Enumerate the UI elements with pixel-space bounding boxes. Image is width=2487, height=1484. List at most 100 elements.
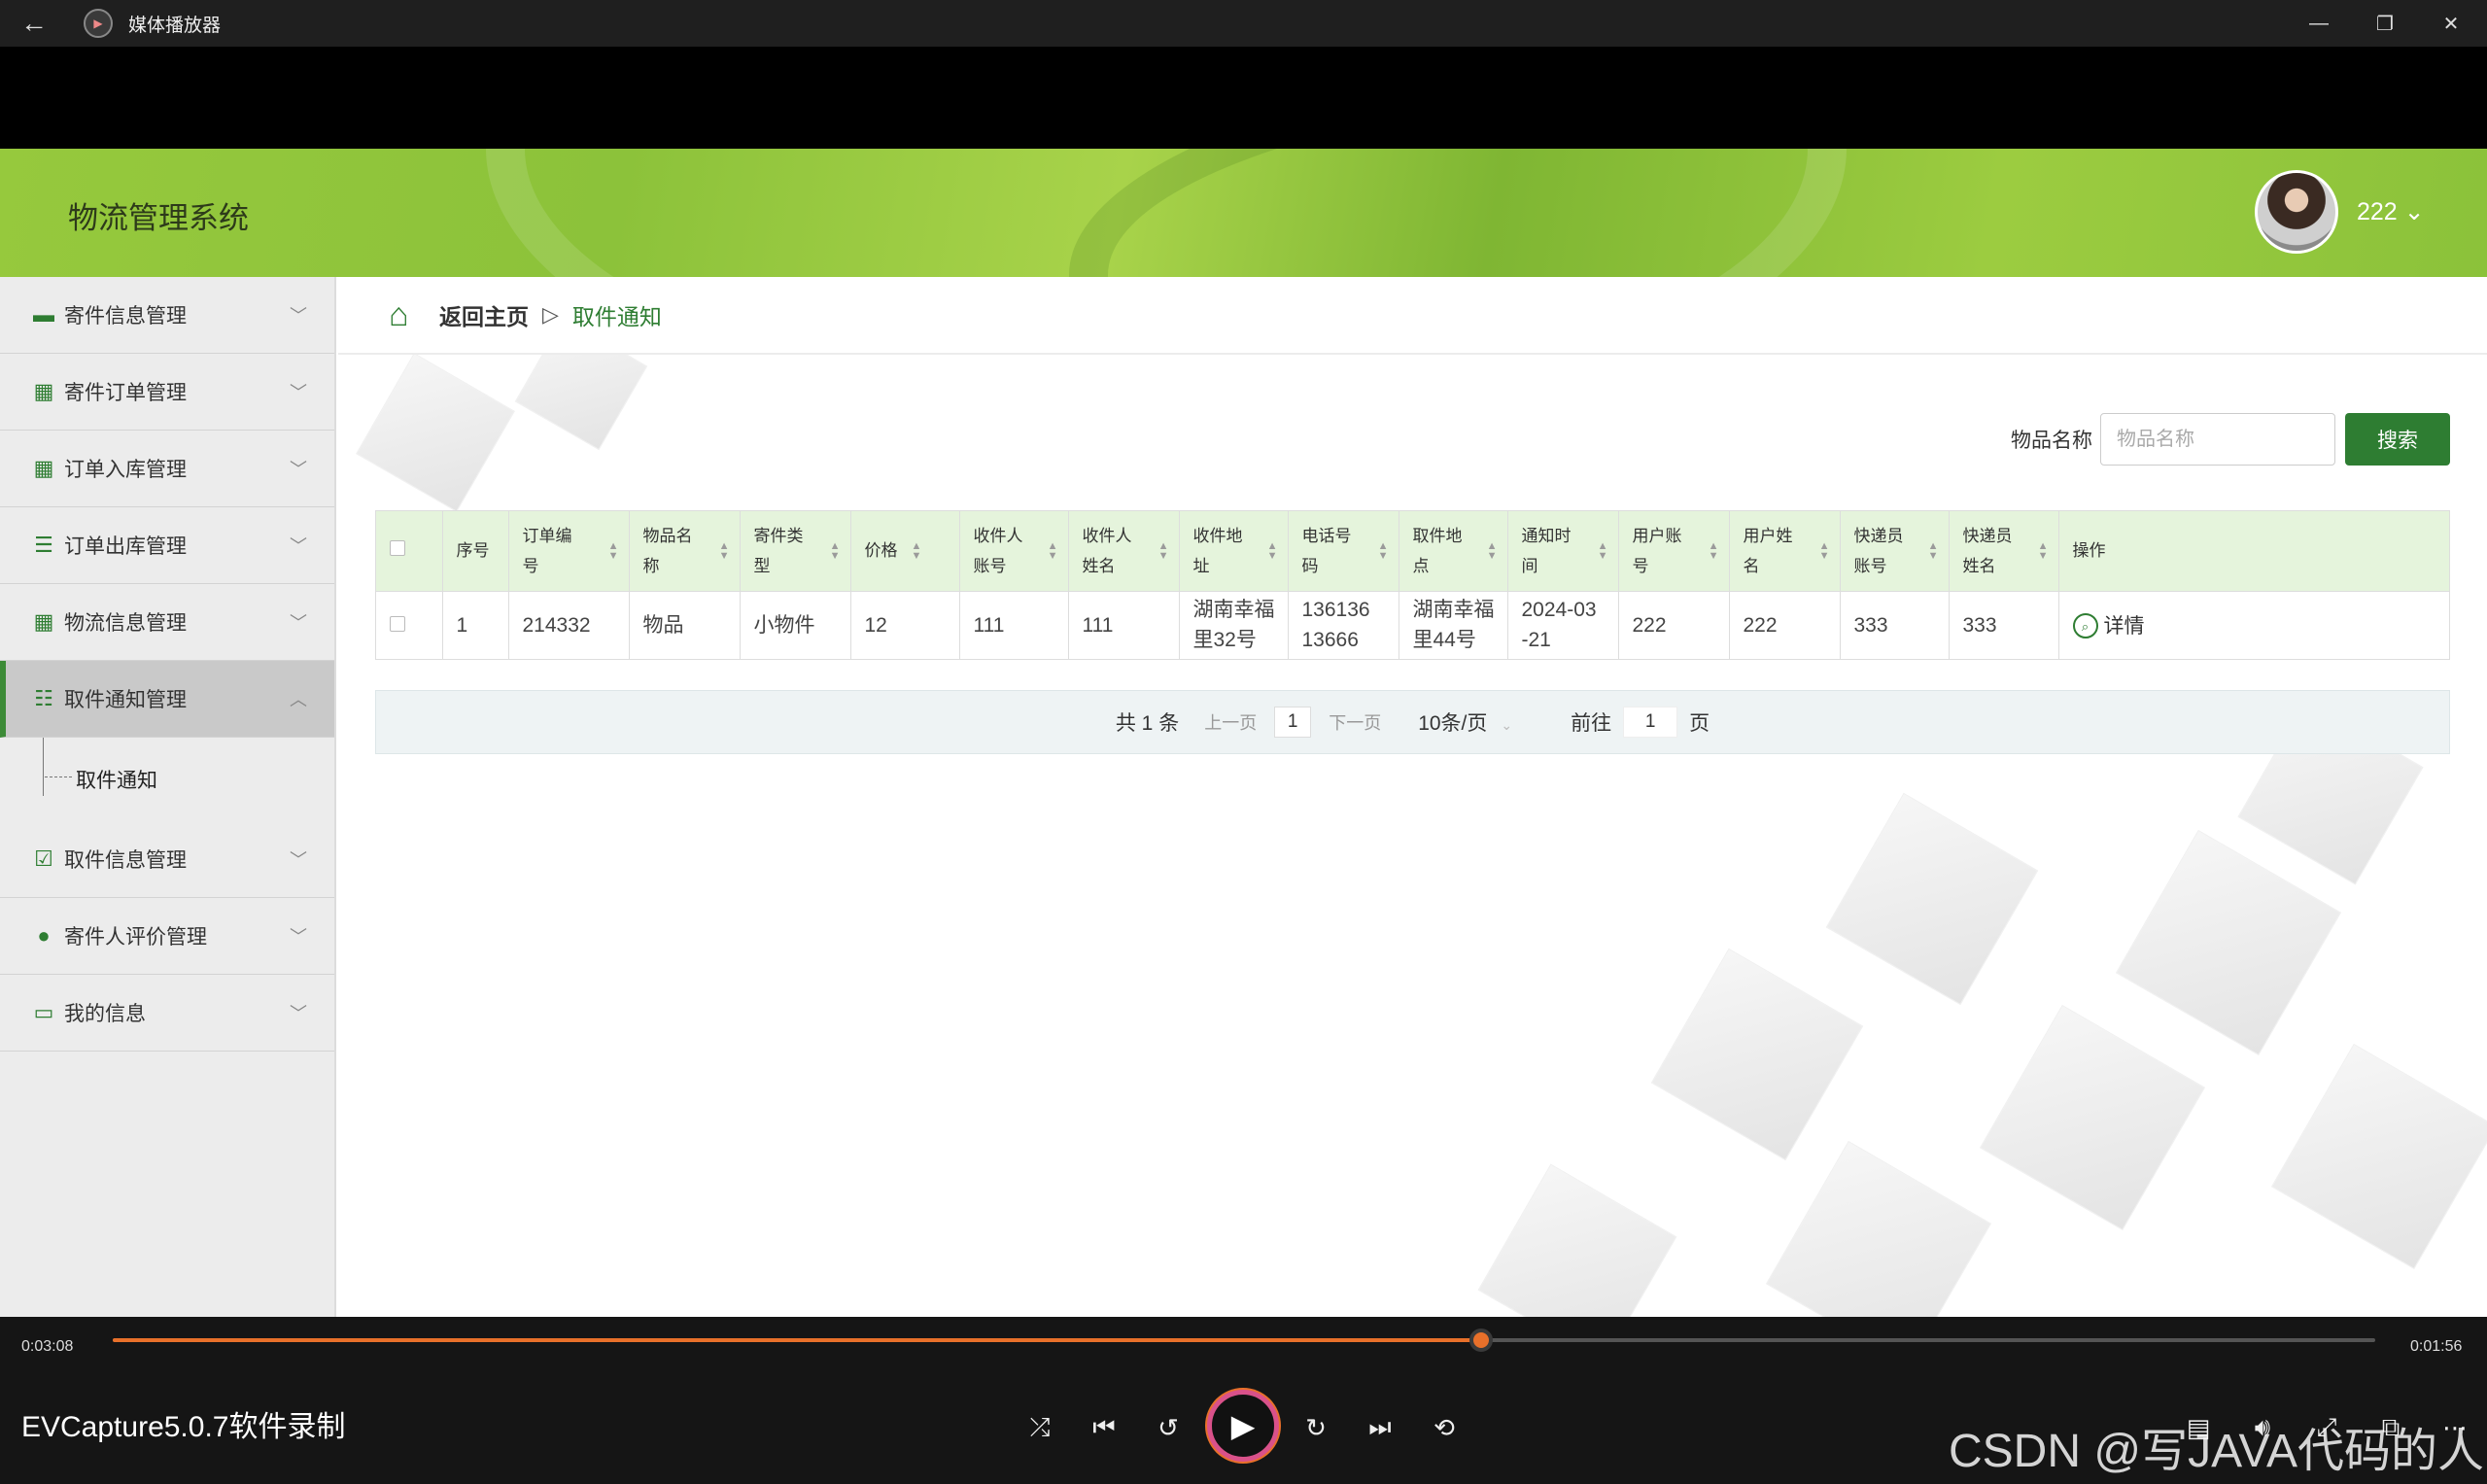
sidebar-item-my-info[interactable]: ▭ 我的信息 ﹀ — [0, 975, 334, 1052]
col-header-text: 用户账 — [1632, 526, 1682, 545]
seek-handle[interactable] — [1469, 1329, 1494, 1352]
col-header-text: 账号 — [973, 556, 1007, 575]
col-header-text: 名 — [1743, 556, 1760, 575]
play-button[interactable]: ▶ — [1207, 1390, 1279, 1462]
shuffle-icon[interactable]: ⤮ — [1019, 1406, 1061, 1449]
sidebar-item-outbound[interactable]: ☰ 订单出库管理 ﹀ — [0, 507, 334, 584]
restore-icon[interactable]: ❐ — [2352, 0, 2418, 47]
chevron-down-icon: ﹀ — [290, 1004, 307, 1023]
minimize-icon[interactable]: — — [2286, 0, 2352, 47]
page-size-select[interactable]: 10条/页 ⌄ — [1418, 707, 1512, 737]
sort-icon[interactable]: ▲ ▼ — [1267, 540, 1278, 561]
chevron-down-icon: ﹀ — [290, 536, 307, 556]
user-icon: ● — [37, 923, 51, 948]
sidebar-item-pickup-info[interactable]: ☑ 取件信息管理 ﹀ — [0, 821, 334, 898]
cell-courier-name: 333 — [1949, 590, 2059, 659]
select-all-checkbox[interactable] — [376, 511, 443, 591]
col-header[interactable]: 电话号码 ▲ ▼ — [1288, 511, 1399, 591]
col-header-text: 用户姓 — [1743, 526, 1793, 545]
sort-icon[interactable]: ▲ ▼ — [1378, 540, 1389, 561]
sort-icon[interactable]: ▲ ▼ — [912, 540, 922, 561]
user-menu[interactable]: 222 ⌄ — [2357, 197, 2425, 226]
col-header[interactable]: 快递员 账号 ▲ ▼ — [1840, 511, 1950, 591]
sidebar-item-reviews[interactable]: ● 寄件人评价管理 ﹀ — [0, 898, 334, 975]
col-header-text: 型 — [753, 556, 771, 575]
sort-icon[interactable]: ▲ ▼ — [1928, 540, 1939, 561]
forward-30-icon[interactable]: ↻ — [1295, 1406, 1337, 1449]
app-header: 物流管理系统 222 ⌄ — [0, 149, 2487, 277]
col-header[interactable]: 收件人 账号 ▲ ▼ — [959, 511, 1069, 591]
col-header[interactable]: 通知时间 ▲ ▼ — [1507, 511, 1619, 591]
sidebar-item-logistics[interactable]: ▦ 物流信息管理 ﹀ — [0, 584, 334, 661]
pagination: 共 1 条 上一页 1 下一页 10条/页 ⌄ 前往 1 页 — [375, 690, 2450, 754]
chevron-down-icon: ﹀ — [290, 850, 307, 870]
sort-icon[interactable]: ▲ ▼ — [2038, 540, 2049, 561]
col-header[interactable]: 收件人 姓名 ▲ ▼ — [1068, 511, 1180, 591]
col-header-text: 操作 — [2072, 541, 2106, 561]
cell-text: 2024-03 — [1521, 599, 1597, 622]
pager-next[interactable]: 下一页 — [1329, 709, 1381, 735]
grid-icon: ▦ — [33, 379, 54, 403]
close-icon[interactable]: ✕ — [2418, 0, 2484, 47]
sort-icon[interactable]: ▲ ▼ — [1598, 540, 1608, 561]
sort-icon[interactable]: ▲ ▼ — [1709, 540, 1719, 561]
previous-icon[interactable]: ⏮ — [1083, 1406, 1125, 1449]
search-input[interactable] — [2100, 413, 2335, 466]
sort-icon[interactable]: ▲ ▼ — [1158, 540, 1169, 561]
sort-icon[interactable]: ▲ ▼ — [1048, 540, 1058, 561]
sidebar-subitem-pickup-notice[interactable]: 取件通知 — [76, 765, 157, 794]
sidebar-item-inbound[interactable]: ▦ 订单入库管理 ﹀ — [0, 431, 334, 507]
clipboard-check-icon: ☑ — [34, 846, 53, 871]
sidebar-item-pickup-notice[interactable]: ☷ 取件通知管理 ︿ — [0, 661, 334, 738]
sort-icon[interactable]: ▲ ▼ — [608, 540, 619, 561]
sidebar-item-label: 寄件订单管理 — [64, 382, 187, 404]
cell-text: 湖南幸福 — [1412, 599, 1495, 622]
pager-prev[interactable]: 上一页 — [1204, 709, 1257, 735]
col-header[interactable]: 寄件类型 ▲ ▼ — [740, 511, 851, 591]
col-header-text: 取件地 — [1412, 526, 1463, 545]
pager-goto-input[interactable]: 1 — [1623, 707, 1678, 738]
avatar[interactable] — [2255, 170, 2338, 254]
col-header[interactable]: 快递员 姓名 ▲ ▼ — [1949, 511, 2059, 591]
cell-actions: ⌕ 详情 — [2058, 590, 2449, 659]
cell-text: 里44号 — [1412, 629, 1476, 652]
col-header[interactable]: 序号 — [442, 511, 509, 591]
col-header-text: 址 — [1192, 556, 1210, 575]
repeat-off-icon[interactable]: ⟲ — [1423, 1406, 1466, 1449]
seek-bar[interactable] — [113, 1329, 2375, 1352]
cell-item-name: 物品 — [629, 590, 741, 659]
next-icon[interactable]: ⏭ — [1359, 1406, 1401, 1449]
col-header[interactable]: 收件地址 ▲ ▼ — [1179, 511, 1289, 591]
col-header-text: 间 — [1521, 556, 1538, 575]
chevron-down-icon: ﹀ — [290, 613, 307, 633]
cell-price: 12 — [850, 590, 960, 659]
row-checkbox[interactable] — [376, 590, 443, 659]
rewind-10-icon[interactable]: ↺ — [1147, 1406, 1190, 1449]
cell-recv-account: 111 — [959, 590, 1069, 659]
breadcrumb-home[interactable]: 返回主页 — [439, 298, 529, 331]
col-header[interactable]: 订单编号 ▲ ▼ — [508, 511, 630, 591]
detail-button[interactable]: ⌕ 详情 — [2072, 611, 2145, 641]
col-header-text: 物品名 — [642, 526, 693, 545]
col-header[interactable]: 用户姓名 ▲ ▼ — [1729, 511, 1841, 591]
home-icon[interactable]: ⌂ — [389, 298, 426, 331]
sort-icon[interactable]: ▲ ▼ — [1487, 540, 1498, 561]
col-header-text: 订单编 — [522, 526, 572, 545]
col-header[interactable]: 价格 ▲ ▼ — [850, 511, 960, 591]
sidebar-item-send-orders[interactable]: ▦ 寄件订单管理 ﹀ — [0, 354, 334, 431]
main-content: ⌂ 返回主页 ▷ 取件通知 物品名称 搜索 — [338, 277, 2487, 1317]
back-arrow-icon[interactable]: ← — [0, 0, 68, 47]
col-header-text: 序号 — [456, 541, 490, 561]
sort-icon[interactable]: ▲ ▼ — [719, 540, 730, 561]
video-frame: 物流管理系统 222 ⌄ ▬ 寄件信息管理 ﹀ ▦ 寄件订单管理 ﹀ ▦ 订单入… — [0, 149, 2487, 1317]
sidebar-item-send-info[interactable]: ▬ 寄件信息管理 ﹀ — [0, 277, 334, 354]
sort-icon[interactable]: ▲ ▼ — [1819, 540, 1830, 561]
col-header[interactable]: 物品名称 ▲ ▼ — [629, 511, 741, 591]
elapsed-time: 0:03:08 — [21, 1338, 74, 1355]
sort-icon[interactable]: ▲ ▼ — [830, 540, 841, 561]
pager-page-1[interactable]: 1 — [1274, 707, 1312, 738]
col-header[interactable]: 取件地点 ▲ ▼ — [1399, 511, 1508, 591]
col-header-text: 姓名 — [1082, 556, 1116, 575]
col-header[interactable]: 用户账号 ▲ ▼ — [1618, 511, 1730, 591]
search-button[interactable]: 搜索 — [2345, 413, 2450, 466]
